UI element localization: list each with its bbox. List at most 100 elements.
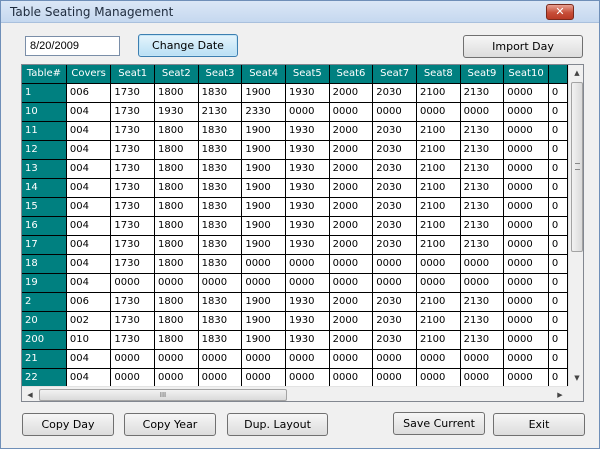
grid-cell[interactable]: 004 [66,235,112,255]
grid-cell[interactable]: 0000 [503,121,549,141]
grid-cell[interactable]: 0000 [110,368,156,386]
grid-cell[interactable]: 1930 [285,159,330,179]
table-row[interactable]: 13 004 1730 1800 1830 1900 1930 2000 2030 2100 213… [22,159,568,179]
column-header[interactable]: Seat10 [503,65,549,84]
grid-cell[interactable]: 0000 [110,349,156,369]
grid-cell[interactable]: 0000 [285,102,330,122]
table-row[interactable]: 20 002 1730 1800 1830 1900 1930 2000 2030 2100 213… [22,311,568,331]
scroll-up-arrow-icon[interactable]: ▲ [569,65,583,81]
grid-cell[interactable]: 004 [66,159,112,179]
grid-cell[interactable]: 2030 [372,292,417,312]
grid-cell[interactable]: 2130 [460,235,505,255]
grid-cell[interactable]: 0000 [372,349,417,369]
grid-cell[interactable]: 1800 [154,197,199,217]
grid-cell[interactable]: 0000 [372,102,417,122]
grid-cell[interactable]: 0000 [154,349,199,369]
grid-cell[interactable]: 2100 [416,83,461,103]
grid-cell[interactable]: 004 [66,178,112,198]
grid-cell[interactable]: 0000 [329,254,374,274]
grid-cell[interactable]: 0000 [503,197,549,217]
grid-cell[interactable]: 0000 [503,330,549,350]
grid-cell[interactable]: 0 [548,140,568,160]
grid-cell[interactable]: 2100 [416,178,461,198]
column-header[interactable]: Seat5 [285,65,330,84]
grid-cell[interactable]: 2030 [372,178,417,198]
grid-cell[interactable]: 0000 [241,273,286,293]
grid-cell[interactable]: 1800 [154,254,199,274]
grid-cell[interactable]: 2130 [460,178,505,198]
grid-cell[interactable]: 0000 [460,273,505,293]
grid-cell[interactable]: 1800 [154,292,199,312]
grid-cell[interactable]: 004 [66,140,112,160]
table-row[interactable]: 19 004 0000 0000 0000 0000 0000 0000 0000 0000 000… [22,273,568,293]
grid-cell[interactable]: 0000 [460,349,505,369]
change-date-button[interactable]: Change Date [138,34,238,57]
grid-cell[interactable]: 2130 [460,216,505,236]
grid-cell[interactable]: 0000 [285,349,330,369]
grid-cell[interactable]: 0000 [503,273,549,293]
vertical-scroll-thumb[interactable] [571,82,583,252]
grid-cell[interactable]: 0000 [416,273,461,293]
grid-cell[interactable]: 0 [548,235,568,255]
table-row[interactable]: 1 006 1730 1800 1830 1900 1930 2000 2030 2100 2130… [22,83,568,103]
grid-cell[interactable]: 1730 [110,330,156,350]
grid-cell[interactable]: 1730 [110,102,156,122]
grid-cell[interactable]: 1930 [285,83,330,103]
grid-cell[interactable]: 0000 [198,273,243,293]
grid-cell[interactable]: 0000 [416,254,461,274]
grid-cell[interactable]: 0000 [329,273,374,293]
grid-cell[interactable]: 2000 [329,292,374,312]
grid-cell[interactable]: 1900 [241,197,286,217]
grid-cell[interactable]: 1730 [110,159,156,179]
grid-cell[interactable]: 1930 [285,292,330,312]
copy-year-button[interactable]: Copy Year [124,413,216,436]
grid-cell[interactable]: 2030 [372,197,417,217]
close-button[interactable]: ✕ [546,4,574,20]
grid-cell[interactable]: 2130 [460,140,505,160]
grid-cell[interactable]: 0000 [416,349,461,369]
grid-cell[interactable]: 1830 [198,140,243,160]
table-number-cell[interactable]: 12 [22,140,67,160]
column-header[interactable]: Covers [66,65,112,84]
column-header[interactable]: Table# [22,65,67,84]
grid-cell[interactable]: 0 [548,349,568,369]
grid-cell[interactable]: 2100 [416,292,461,312]
grid-cell[interactable]: 1730 [110,121,156,141]
grid-cell[interactable]: 2030 [372,121,417,141]
grid-cell[interactable]: 0000 [241,349,286,369]
grid-cell[interactable]: 0000 [503,292,549,312]
grid-cell[interactable]: 1830 [198,178,243,198]
grid-cell[interactable]: 0000 [372,273,417,293]
grid-cell[interactable]: 004 [66,121,112,141]
grid-cell[interactable]: 0 [548,159,568,179]
column-header[interactable]: Seat4 [241,65,286,84]
scroll-left-arrow-icon[interactable]: ◀ [22,387,38,401]
grid-cell[interactable]: 2030 [372,83,417,103]
grid-cell[interactable]: 004 [66,197,112,217]
grid-cell[interactable]: 0 [548,254,568,274]
save-current-button[interactable]: Save Current [393,412,485,435]
grid-cell[interactable]: 006 [66,292,112,312]
grid-cell[interactable]: 2100 [416,235,461,255]
grid-cell[interactable]: 002 [66,311,112,331]
grid-cell[interactable]: 0000 [329,102,374,122]
grid-cell[interactable]: 2000 [329,216,374,236]
column-header[interactable]: Seat1 [110,65,156,84]
grid-cell[interactable]: 2130 [460,197,505,217]
grid-cell[interactable]: 004 [66,368,112,386]
grid-cell[interactable]: 0 [548,216,568,236]
table-number-cell[interactable]: 2 [22,292,67,312]
grid-cell[interactable]: 2030 [372,159,417,179]
grid-cell[interactable]: 0000 [285,273,330,293]
table-row[interactable]: 2 006 1730 1800 1830 1900 1930 2000 2030 2100 2130… [22,292,568,312]
table-number-cell[interactable]: 11 [22,121,67,141]
grid-cell[interactable]: 0000 [503,102,549,122]
grid-cell[interactable]: 1730 [110,83,156,103]
grid-cell[interactable]: 1730 [110,254,156,274]
grid-cell[interactable]: 2130 [198,102,243,122]
grid-cell[interactable]: 1830 [198,254,243,274]
grid-cell[interactable]: 1930 [285,197,330,217]
grid-cell[interactable]: 1730 [110,235,156,255]
grid-cell[interactable]: 1930 [154,102,199,122]
grid-cell[interactable]: 2000 [329,330,374,350]
